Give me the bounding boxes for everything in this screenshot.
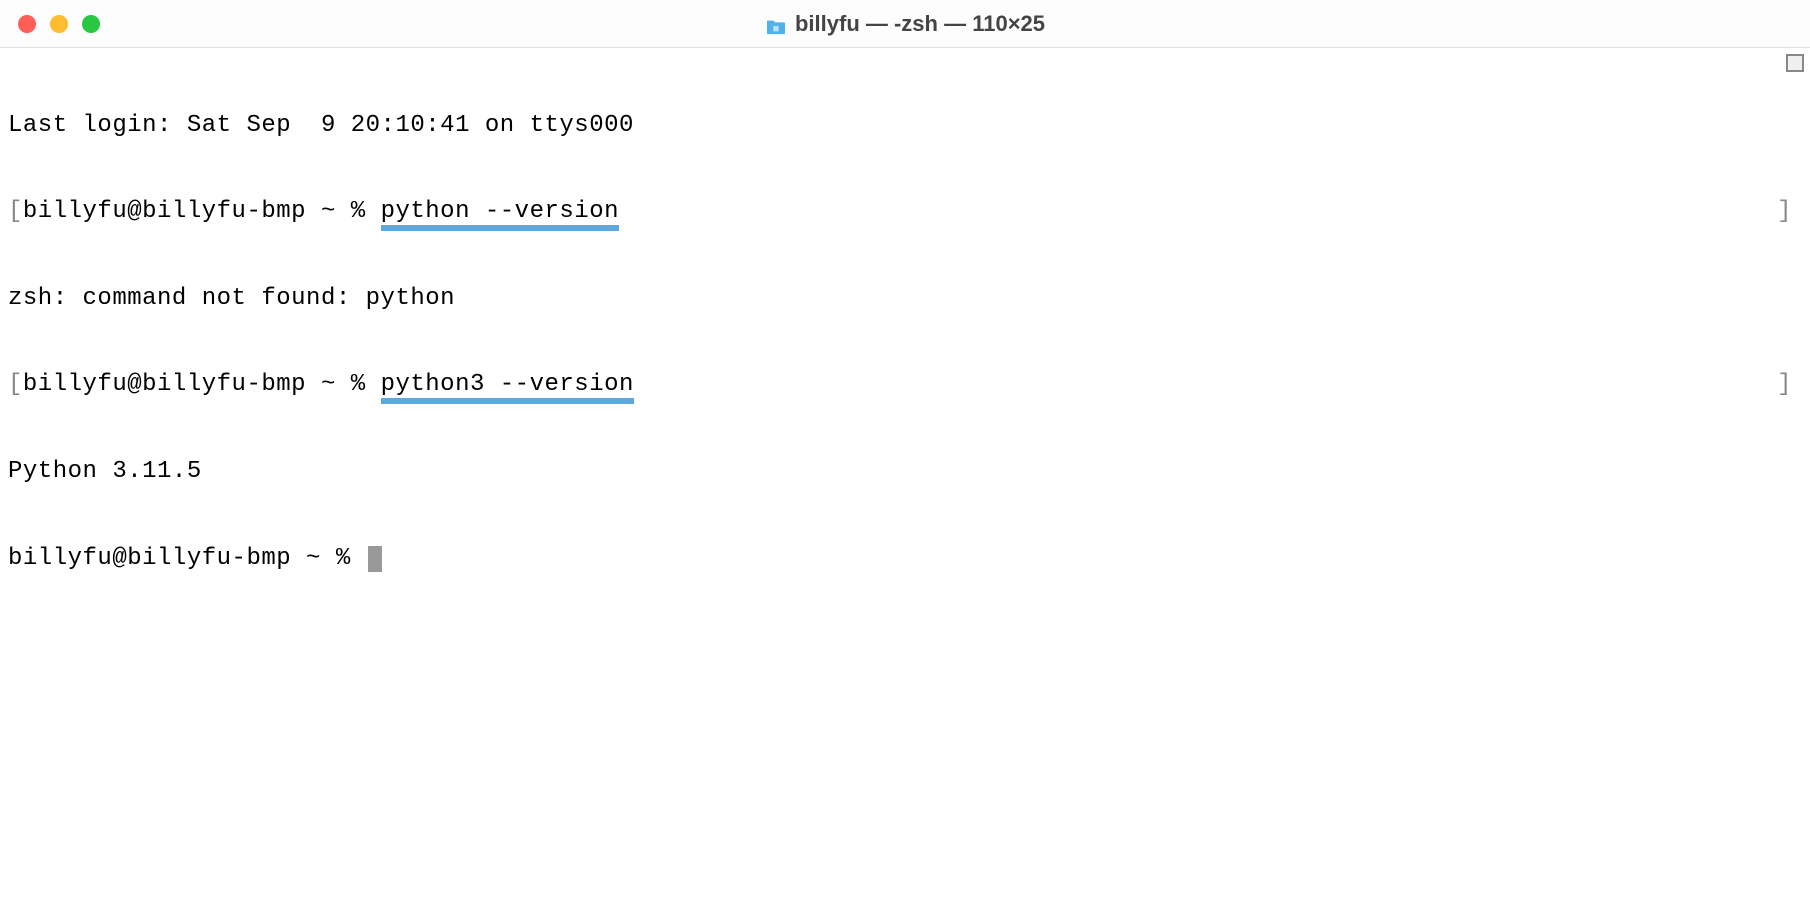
folder-icon — [765, 15, 787, 33]
terminal-line-prompt3: billyfu@billyfu-bmp ~ % — [8, 545, 1802, 574]
window-title-content: billyfu — -zsh — 110×25 — [765, 11, 1045, 37]
cursor — [368, 546, 382, 572]
prompt1-prefix: billyfu@billyfu-bmp ~ % — [23, 198, 381, 225]
minimize-button[interactable] — [50, 15, 68, 33]
scrollbar-area[interactable] — [1780, 48, 1810, 78]
terminal-line-prompt1: [billyfu@billyfu-bmp ~ % python --versio… — [8, 198, 1802, 227]
window-title: billyfu — -zsh — 110×25 — [795, 11, 1045, 37]
terminal-line-output2: Python 3.11.5 — [8, 458, 1802, 487]
terminal-line-output1: zsh: command not found: python — [8, 285, 1802, 314]
bracket-close: ] — [1777, 198, 1792, 227]
terminal-window: billyfu — -zsh — 110×25 Last login: Sat … — [0, 0, 1810, 918]
terminal-line-last-login: Last login: Sat Sep 9 20:10:41 on ttys00… — [8, 112, 1802, 141]
terminal-line-prompt2: [billyfu@billyfu-bmp ~ % python3 --versi… — [8, 371, 1802, 400]
prompt2-prefix: billyfu@billyfu-bmp ~ % — [23, 371, 381, 398]
output1-text: zsh: command not found: python — [8, 285, 455, 312]
maximize-button[interactable] — [82, 15, 100, 33]
prompt2-command: python3 --version — [381, 371, 634, 404]
scrollbar-indicator-icon — [1786, 54, 1804, 72]
last-login-text: Last login: Sat Sep 9 20:10:41 on ttys00… — [8, 112, 634, 139]
bracket-open: [ — [8, 198, 23, 225]
terminal-body[interactable]: Last login: Sat Sep 9 20:10:41 on ttys00… — [0, 48, 1810, 918]
output2-text: Python 3.11.5 — [8, 458, 202, 485]
close-button[interactable] — [18, 15, 36, 33]
titlebar[interactable]: billyfu — -zsh — 110×25 — [0, 0, 1810, 48]
bracket-open: [ — [8, 371, 23, 398]
traffic-lights — [0, 15, 100, 33]
prompt3-prefix: billyfu@billyfu-bmp ~ % — [8, 545, 366, 572]
prompt1-command: python --version — [381, 198, 619, 231]
bracket-close: ] — [1777, 371, 1792, 400]
